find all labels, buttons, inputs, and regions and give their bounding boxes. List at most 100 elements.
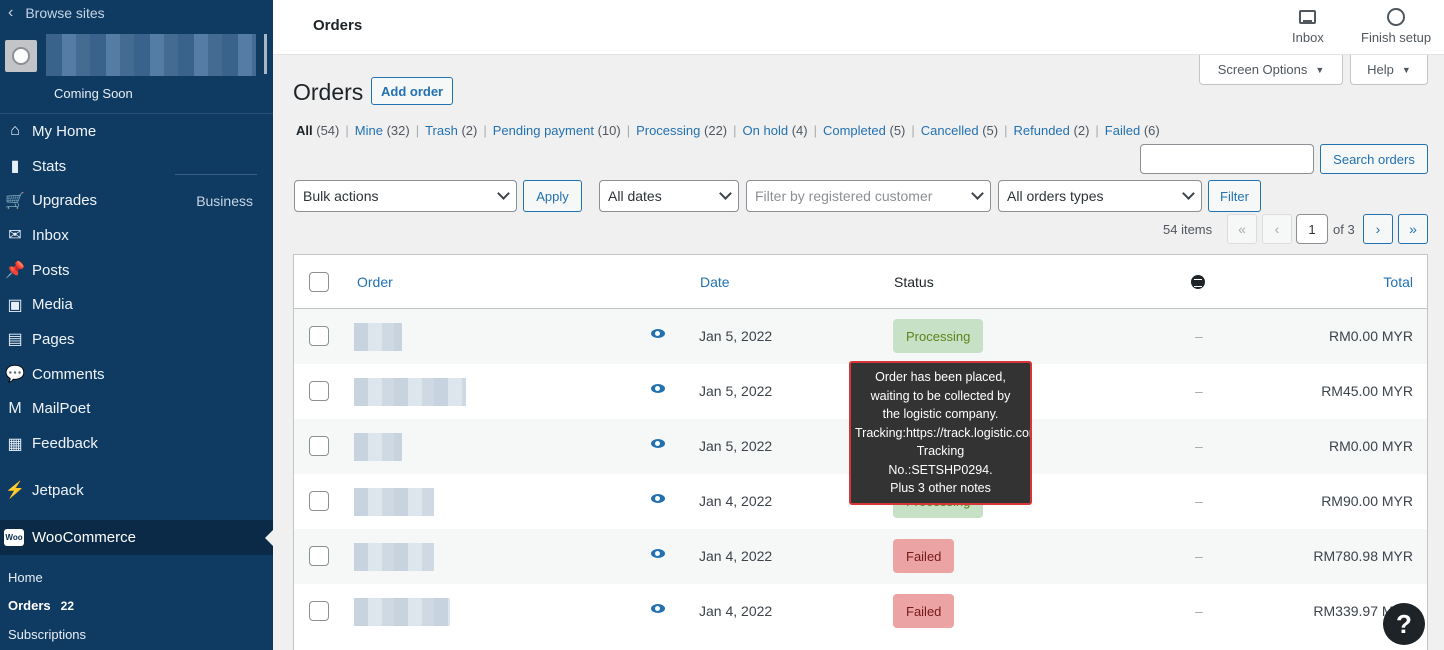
status-link-on-hold[interactable]: On hold (743, 123, 789, 138)
scrollbar[interactable] (264, 34, 267, 74)
current-page-input[interactable]: 1 (1296, 214, 1328, 244)
order-column-header[interactable]: Order (357, 274, 393, 290)
submenu-item-home[interactable]: Home (0, 563, 273, 592)
date-filter-select[interactable]: All dates (599, 180, 739, 212)
sidebar-item-woocommerce[interactable]: Woo WooCommerce (0, 520, 273, 555)
status-count: (2) (461, 123, 478, 138)
order-total: RM90.00 MYR (1321, 493, 1413, 509)
submenu-label: Orders (8, 598, 51, 614)
table-header: Order Date Status Total (294, 255, 1427, 309)
submenu-item-subscriptions[interactable]: Subscriptions (0, 620, 273, 649)
status-link-completed[interactable]: Completed (823, 123, 886, 138)
sidebar-item-label: Feedback (32, 435, 98, 453)
sidebar-item-upgrades[interactable]: 🛒 Upgrades Business (0, 183, 273, 218)
inbox-button[interactable]: Inbox (1292, 8, 1324, 45)
sidebar-item-pages[interactable]: ▤ Pages (0, 322, 273, 357)
order-number-redacted[interactable] (354, 488, 434, 516)
separator: | (1004, 123, 1008, 138)
customer-filter-select[interactable]: Filter by registered customer (746, 180, 991, 212)
finish-setup-button[interactable]: Finish setup (1361, 8, 1431, 45)
order-number-redacted[interactable] (354, 433, 402, 461)
row-checkbox[interactable] (309, 546, 329, 566)
order-date: Jan 5, 2022 (699, 438, 773, 454)
order-type-select[interactable]: All orders types (998, 180, 1202, 212)
filter-button[interactable]: Filter (1208, 180, 1261, 212)
table-row[interactable]: Jan 5, 2022 Processing – RM0.00 MYR (294, 309, 1427, 364)
sidebar-item-stats[interactable]: ▮ Stats (0, 149, 273, 184)
help-fab-button[interactable]: ? (1383, 603, 1425, 645)
sidebar-item-feedback[interactable]: ▦ Feedback (0, 426, 273, 461)
screen-options-button[interactable]: Screen Options ▼ (1199, 55, 1343, 85)
preview-eye-icon[interactable] (651, 549, 665, 558)
order-number-redacted[interactable] (354, 598, 450, 626)
items-count: 54 items (1163, 222, 1213, 237)
add-order-button[interactable]: Add order (371, 77, 454, 105)
sidebar-item-comments[interactable]: 💬 Comments (0, 357, 273, 392)
status-count: (5) (982, 123, 999, 138)
page-name: Orders (313, 17, 363, 34)
site-icon (5, 40, 37, 72)
sidebar-item-label: Stats (32, 157, 67, 175)
status-link-failed[interactable]: Failed (1105, 123, 1140, 138)
sidebar-item-label: My Home (32, 122, 97, 140)
next-page-button[interactable]: › (1363, 214, 1393, 244)
row-checkbox[interactable] (309, 381, 329, 401)
search-input[interactable] (1140, 144, 1314, 174)
sidebar-item-label: Comments (32, 365, 105, 383)
row-checkbox[interactable] (309, 491, 329, 511)
page-title: Orders (293, 79, 364, 105)
submenu-item-orders[interactable]: Orders 22 (0, 592, 273, 621)
row-checkbox[interactable] (309, 326, 329, 346)
status-link-pending-payment[interactable]: Pending payment (493, 123, 594, 138)
last-page-button[interactable]: » (1398, 214, 1428, 244)
status-link-mine[interactable]: Mine (355, 123, 383, 138)
first-page-button[interactable]: « (1227, 214, 1257, 244)
finish-setup-label: Finish setup (1361, 30, 1432, 45)
browse-sites-link[interactable]: ‹ Browse sites (0, 0, 273, 26)
preview-eye-icon[interactable] (651, 604, 665, 613)
notes-icon (1191, 275, 1205, 289)
order-number-redacted[interactable] (354, 323, 402, 351)
table-row[interactable]: Jan 4, 2022 Failed – RM339.97 MYR (294, 584, 1427, 639)
row-checkbox[interactable] (309, 436, 329, 456)
site-switcher[interactable]: Coming Soon (0, 26, 273, 114)
sidebar-item-posts[interactable]: 📌 Posts (0, 253, 273, 288)
row-checkbox[interactable] (309, 601, 329, 621)
preview-eye-icon[interactable] (651, 494, 665, 503)
sidebar-item-jetpack[interactable]: ⚡ Jetpack (0, 473, 273, 508)
plan-label: Business (196, 192, 253, 209)
bulk-actions-select[interactable]: Bulk actions (294, 180, 517, 212)
status-link-refunded[interactable]: Refunded (1014, 123, 1070, 138)
table-row[interactable]: Jan 4, 2022 Failed – RM780.98 MYR (294, 529, 1427, 584)
stats-icon: ▮ (10, 158, 20, 176)
select-all-checkbox[interactable] (309, 272, 329, 292)
sidebar-item-media[interactable]: ▣ Media (0, 287, 273, 322)
status-link-cancelled[interactable]: Cancelled (921, 123, 979, 138)
preview-eye-icon[interactable] (651, 439, 665, 448)
sidebar-item-label: Upgrades (32, 192, 98, 210)
main-content: Screen Options ▼ Help ▼ Orders Add order A… (273, 55, 1444, 650)
prev-page-button[interactable]: ‹ (1262, 214, 1292, 244)
sidebar-item-inbox[interactable]: ✉ Inbox (0, 218, 273, 253)
sidebar-item-my-home[interactable]: ⌂ My Home (0, 114, 273, 149)
sidebar-item-label: Jetpack (32, 481, 84, 499)
browse-sites-label: Browse sites (25, 5, 105, 21)
status-link-trash[interactable]: Trash (425, 123, 458, 138)
order-number-redacted[interactable] (354, 543, 434, 571)
status-link-all[interactable]: All (296, 123, 313, 138)
help-button[interactable]: Help ▼ (1350, 55, 1428, 85)
date-column-header[interactable]: Date (700, 274, 730, 290)
total-column-header[interactable]: Total (1383, 274, 1413, 290)
status-count: (10) (597, 123, 621, 138)
help-label: Help (1367, 62, 1394, 77)
order-date: Jan 5, 2022 (699, 328, 773, 344)
feedback-icon: ▦ (7, 435, 23, 453)
preview-eye-icon[interactable] (651, 329, 665, 338)
order-number-redacted[interactable] (354, 378, 466, 406)
search-orders-button[interactable]: Search orders (1320, 144, 1428, 174)
status-link-processing[interactable]: Processing (636, 123, 700, 138)
apply-button[interactable]: Apply (523, 180, 582, 212)
preview-eye-icon[interactable] (651, 384, 665, 393)
cart-icon: 🛒 (5, 192, 25, 210)
sidebar-item-mailpoet[interactable]: M MailPoet (0, 392, 273, 427)
